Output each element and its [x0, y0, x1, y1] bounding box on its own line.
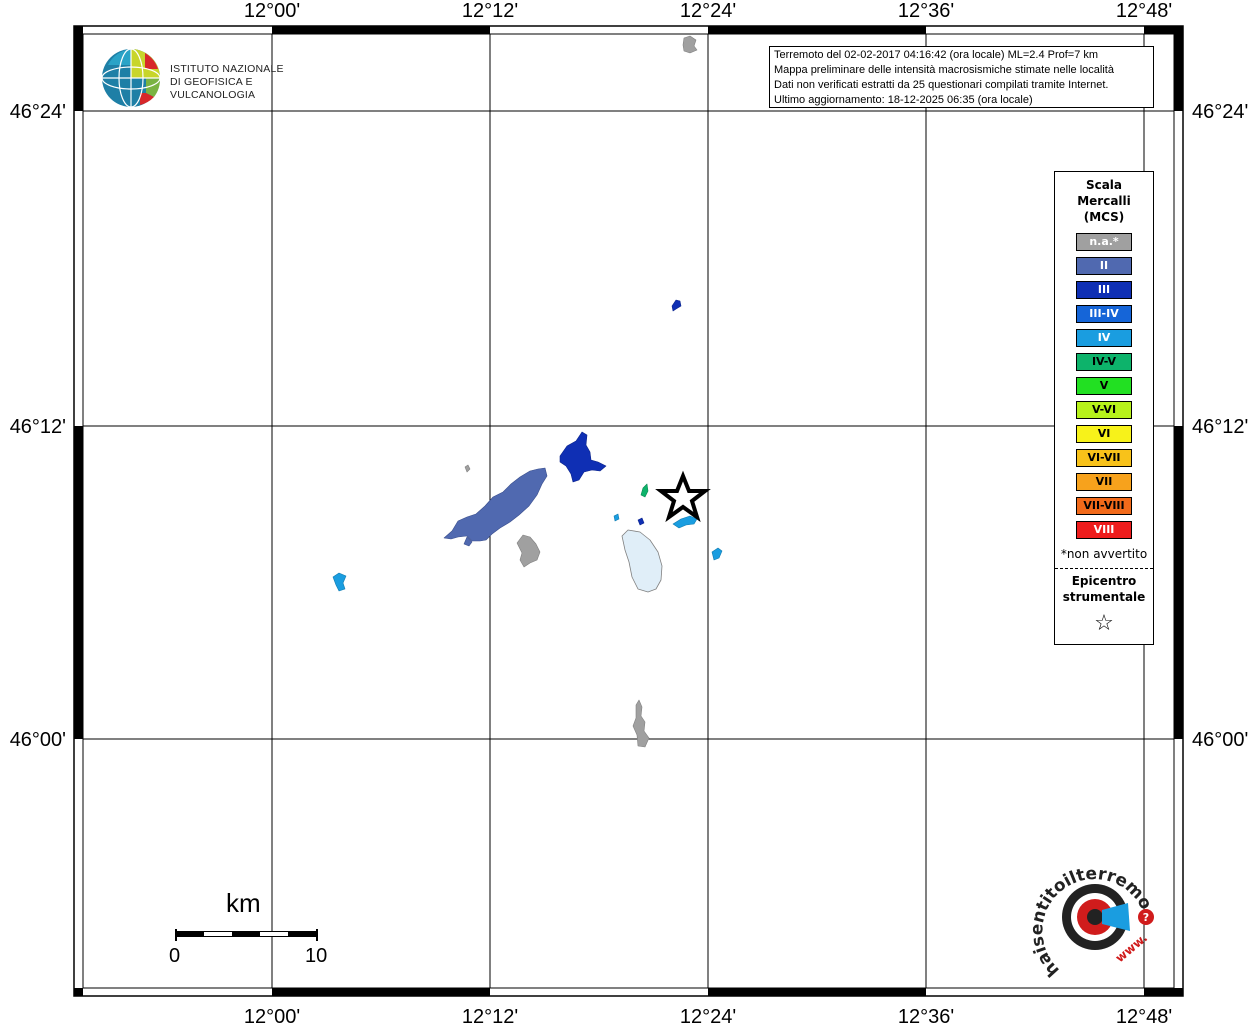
legend-title-line: (MCS) [1083, 210, 1125, 224]
ingv-name: ISTITUTO NAZIONALE DI GEOFISICA E VULCAN… [170, 63, 330, 102]
legend-note: *non avvertito [1060, 547, 1148, 561]
lon-label-bottom: 12°48' [1116, 1006, 1172, 1024]
lon-label-bottom: 12°24' [680, 1006, 736, 1024]
lon-label-bottom: 12°12' [462, 1006, 518, 1024]
ingv-logo: ISTITUTO NAZIONALE DI GEOFISICA E VULCAN… [100, 47, 330, 109]
legend-epicenter-line: Epicentro [1071, 574, 1137, 588]
legend-item: VI-VII [1076, 449, 1132, 467]
lat-label-right: 46°24' [1192, 101, 1248, 123]
legend-title-line: Scala [1085, 178, 1123, 192]
lon-label-top: 12°36' [898, 0, 954, 22]
legend-title: Scala Mercalli (MCS) [1055, 177, 1153, 225]
hsit-logo: haisentitoilterremoto.it ? www. [1024, 840, 1160, 985]
event-info-line: Ultimo aggiornamento: 18-12-2025 06:35 (… [774, 94, 1033, 106]
lon-label-top: 12°24' [680, 0, 736, 22]
legend-item: VII-VIII [1076, 497, 1132, 515]
legend-item: n.a.* [1076, 233, 1132, 251]
legend-epicenter-line: strumentale [1062, 590, 1146, 604]
lat-label-left: 46°12' [10, 416, 66, 438]
map-inner-frame [82, 33, 1175, 989]
scalebar-unit: km [226, 888, 261, 918]
lat-label-right: 46°12' [1192, 416, 1248, 438]
lat-label-left: 46°24' [10, 101, 66, 123]
ingv-name-line1: ISTITUTO NAZIONALE [170, 63, 284, 75]
legend-item: V [1076, 377, 1132, 395]
scalebar-ten-label: 10 [305, 945, 328, 967]
legend-item: VI [1076, 425, 1132, 443]
legend-item: IV-V [1076, 353, 1132, 371]
legend-divider [1055, 568, 1153, 569]
lon-label-top: 12°00' [244, 0, 300, 22]
hsit-logo-icon: haisentitoilterremoto.it ? www. [1024, 840, 1156, 980]
legend-item: III-IV [1076, 305, 1132, 323]
legend-title-line: Mercalli [1077, 194, 1131, 208]
legend-items: n.a.* II III III-IV IV IV-V V V-VI VI VI-VII VII VI… [1055, 233, 1153, 539]
legend-epicenter-label: Epicentro strumentale [1055, 573, 1153, 605]
legend-item: IV [1076, 329, 1132, 347]
legend-item: II [1076, 257, 1132, 275]
legend-star-icon: ☆ [1094, 611, 1114, 636]
ingv-name-line2: DI GEOFISICA E VULCANOLOGIA [170, 76, 256, 101]
legend-item: III [1076, 281, 1132, 299]
scalebar-zero-label: 0 [169, 945, 181, 967]
mcs-legend: Scala Mercalli (MCS) n.a.* II III III-IV IV I… [1054, 171, 1154, 645]
lon-label-top: 12°12' [462, 0, 518, 22]
ingv-globe-icon [101, 48, 161, 108]
svg-text:?: ? [1143, 911, 1149, 924]
legend-item: V-VI [1076, 401, 1132, 419]
event-info-line: Mappa preliminare delle intensità macros… [774, 64, 1114, 76]
lat-label-right: 46°00' [1192, 729, 1248, 751]
legend-item: VIII [1076, 521, 1132, 539]
event-info-line: Dati non verificati estratti da 25 quest… [774, 79, 1109, 91]
event-info-line: Terremoto del 02-02-2017 04:16:42 (ora l… [774, 49, 1099, 61]
lon-label-bottom: 12°36' [898, 1006, 954, 1024]
lat-label-left: 46°00' [10, 729, 66, 751]
event-info-box: Terremoto del 02-02-2017 04:16:42 (ora l… [769, 46, 1154, 108]
lon-label-bottom: 12°00' [244, 1006, 300, 1024]
legend-item: VII [1076, 473, 1132, 491]
lon-label-top: 12°48' [1116, 0, 1172, 22]
